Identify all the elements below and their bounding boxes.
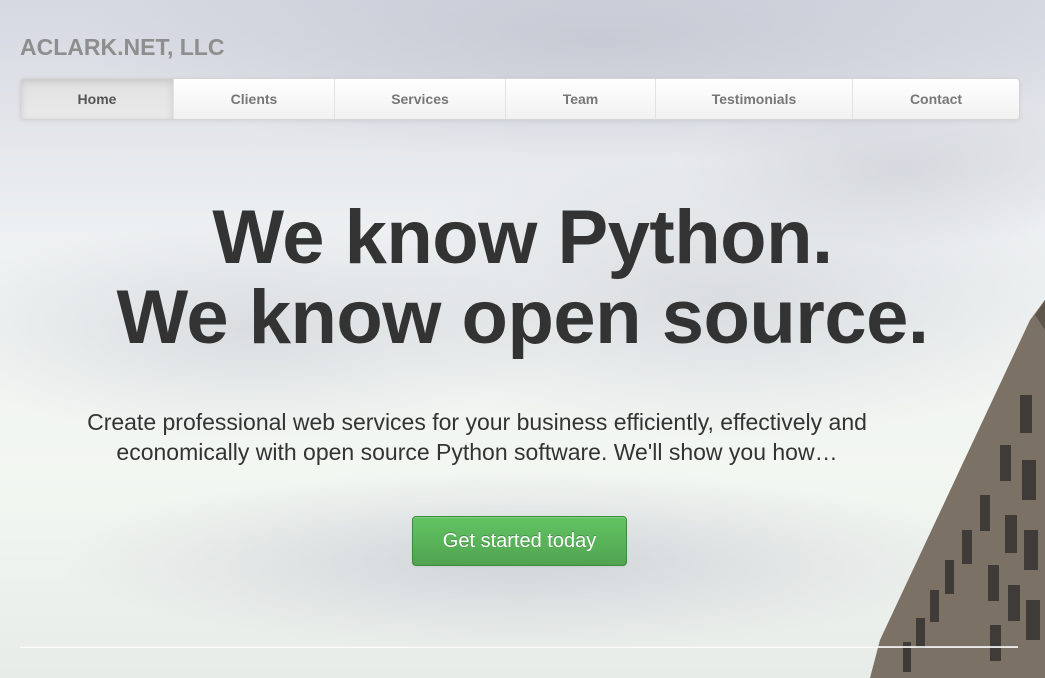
nav-item-home[interactable]: Home <box>21 79 173 119</box>
nav-item-contact[interactable]: Contact <box>852 79 1019 119</box>
get-started-button[interactable]: Get started today <box>412 516 627 566</box>
main-navbar: Home Clients Services Team Testimonials … <box>20 78 1020 120</box>
hero-section: We know Python. We know open source. <box>0 198 1045 358</box>
lead-line-2: economically with open source Python sof… <box>116 439 838 465</box>
nav-item-services[interactable]: Services <box>334 79 505 119</box>
section-divider <box>20 646 1018 648</box>
nav-item-team[interactable]: Team <box>505 79 655 119</box>
headline-line-1: We know Python. <box>212 195 833 280</box>
hero-headline: We know Python. We know open source. <box>0 198 1045 358</box>
lead-line-1: Create professional web services for you… <box>87 409 867 435</box>
nav-item-clients[interactable]: Clients <box>173 79 334 119</box>
hero-lead-text: Create professional web services for you… <box>62 407 892 467</box>
headline-line-2: We know open source. <box>116 275 929 360</box>
brand-title[interactable]: ACLARK.NET, LLC <box>20 34 224 61</box>
nav-item-testimonials[interactable]: Testimonials <box>655 79 852 119</box>
